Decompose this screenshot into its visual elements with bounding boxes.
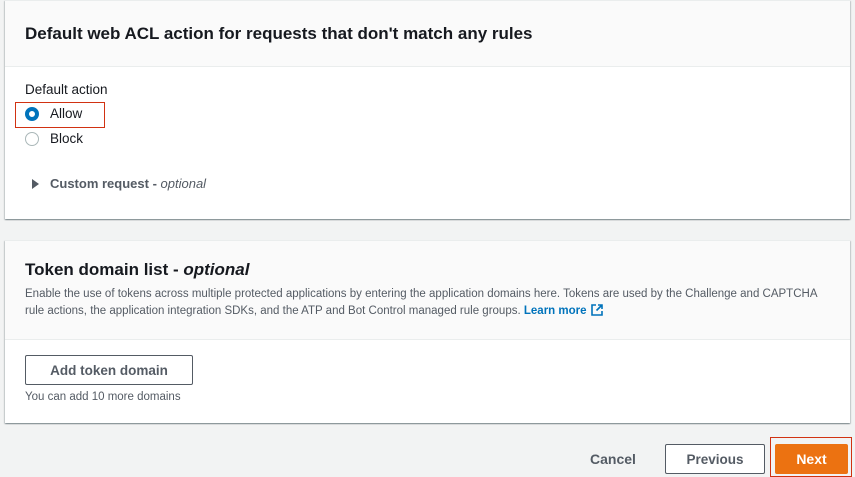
- token-domain-panel: Token domain list - optional Enable the …: [5, 240, 850, 423]
- token-domain-description: Enable the use of tokens across multiple…: [25, 286, 825, 320]
- default-action-panel: Default web ACL action for requests that…: [5, 0, 850, 219]
- custom-request-label: Custom request -: [50, 176, 157, 191]
- learn-more-link[interactable]: Learn more: [523, 304, 603, 317]
- default-action-label: Default action: [25, 82, 108, 97]
- token-domain-title-text: Token domain list -: [25, 260, 184, 279]
- caret-right-icon: [32, 178, 39, 189]
- next-button[interactable]: Next: [775, 444, 848, 474]
- token-domain-description-text: Enable the use of tokens across multiple…: [25, 288, 817, 317]
- token-domain-panel-header: Token domain list - optional Enable the …: [5, 241, 850, 340]
- allow-label: Allow: [50, 106, 83, 121]
- block-label: Block: [50, 131, 84, 146]
- custom-request-expander[interactable]: Custom request - optional: [32, 176, 206, 191]
- external-link-icon: [590, 304, 603, 316]
- cancel-button[interactable]: Cancel: [590, 451, 636, 467]
- radio-option-block[interactable]: Block: [25, 131, 83, 146]
- learn-more-label: Learn more: [523, 305, 587, 317]
- default-action-title: Default web ACL action for requests that…: [25, 23, 533, 43]
- allow-radio-button[interactable]: [25, 106, 39, 121]
- token-domain-title: Token domain list - optional: [25, 260, 830, 280]
- token-domain-hint: You can add 10 more domains: [25, 391, 181, 403]
- previous-button[interactable]: Previous: [665, 444, 765, 474]
- block-radio-button[interactable]: [25, 131, 39, 146]
- token-domain-title-optional: optional: [183, 260, 250, 279]
- radio-option-allow[interactable]: Allow: [25, 106, 82, 121]
- default-action-panel-header: Default web ACL action for requests that…: [5, 1, 850, 67]
- custom-request-optional: optional: [160, 176, 207, 191]
- add-token-domain-button[interactable]: Add token domain: [25, 355, 193, 385]
